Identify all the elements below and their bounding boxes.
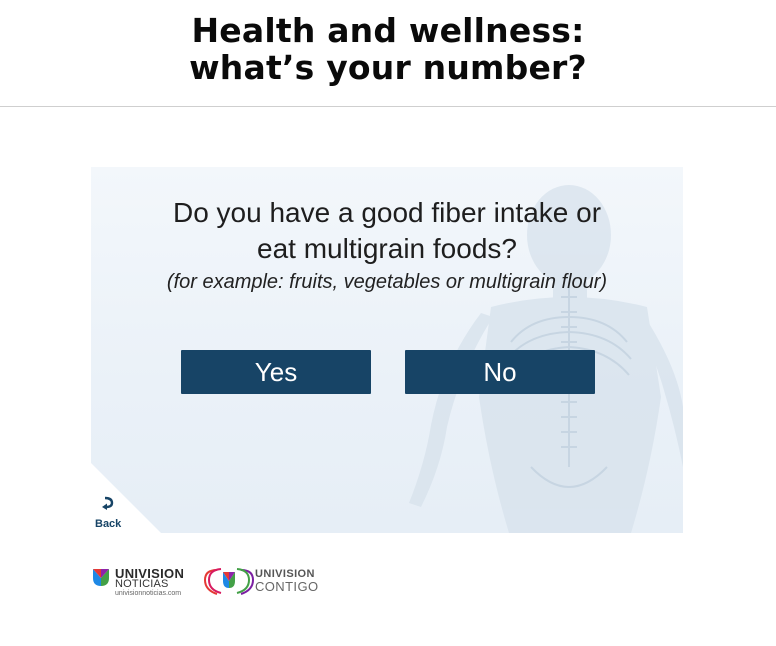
univision-contigo-sub: CONTIGO: [255, 579, 319, 594]
footer-logos: UNIVISION NOTICIAS univisionnoticias.com…: [91, 562, 391, 602]
quiz-card: Do you have a good fiber intake or eat m…: [91, 167, 683, 533]
univision-noticias-logo[interactable]: UNIVISION NOTICIAS univisionnoticias.com: [91, 564, 201, 600]
back-arrow-icon: [102, 496, 114, 510]
page-header: Health and wellness: what’s your number?: [0, 0, 776, 107]
univision-contigo-logo[interactable]: UNIVISION CONTIGO: [201, 564, 341, 598]
quiz-question: Do you have a good fiber intake or eat m…: [91, 195, 683, 267]
page-title-line1: Health and wellness:: [191, 11, 585, 50]
back-button[interactable]: Back: [91, 496, 125, 533]
quiz-question-line2: eat multigrain foods?: [257, 233, 517, 264]
quiz-question-line1: Do you have a good fiber intake or: [172, 197, 602, 228]
univision-noticias-sub: NOTICIAS: [115, 578, 169, 590]
univision-noticias-url: univisionnoticias.com: [115, 590, 182, 597]
page-title-line2: what’s your number?: [189, 48, 587, 87]
back-label: Back: [95, 518, 122, 530]
yes-button[interactable]: Yes: [181, 350, 371, 394]
univision-mark-icon: [93, 569, 109, 586]
univision-contigo-heart-icon: [203, 568, 255, 595]
no-button[interactable]: No: [405, 350, 595, 394]
page-title: Health and wellness: what’s your number?: [0, 0, 776, 86]
quiz-hint: (for example: fruits, vegetables or mult…: [166, 271, 608, 293]
